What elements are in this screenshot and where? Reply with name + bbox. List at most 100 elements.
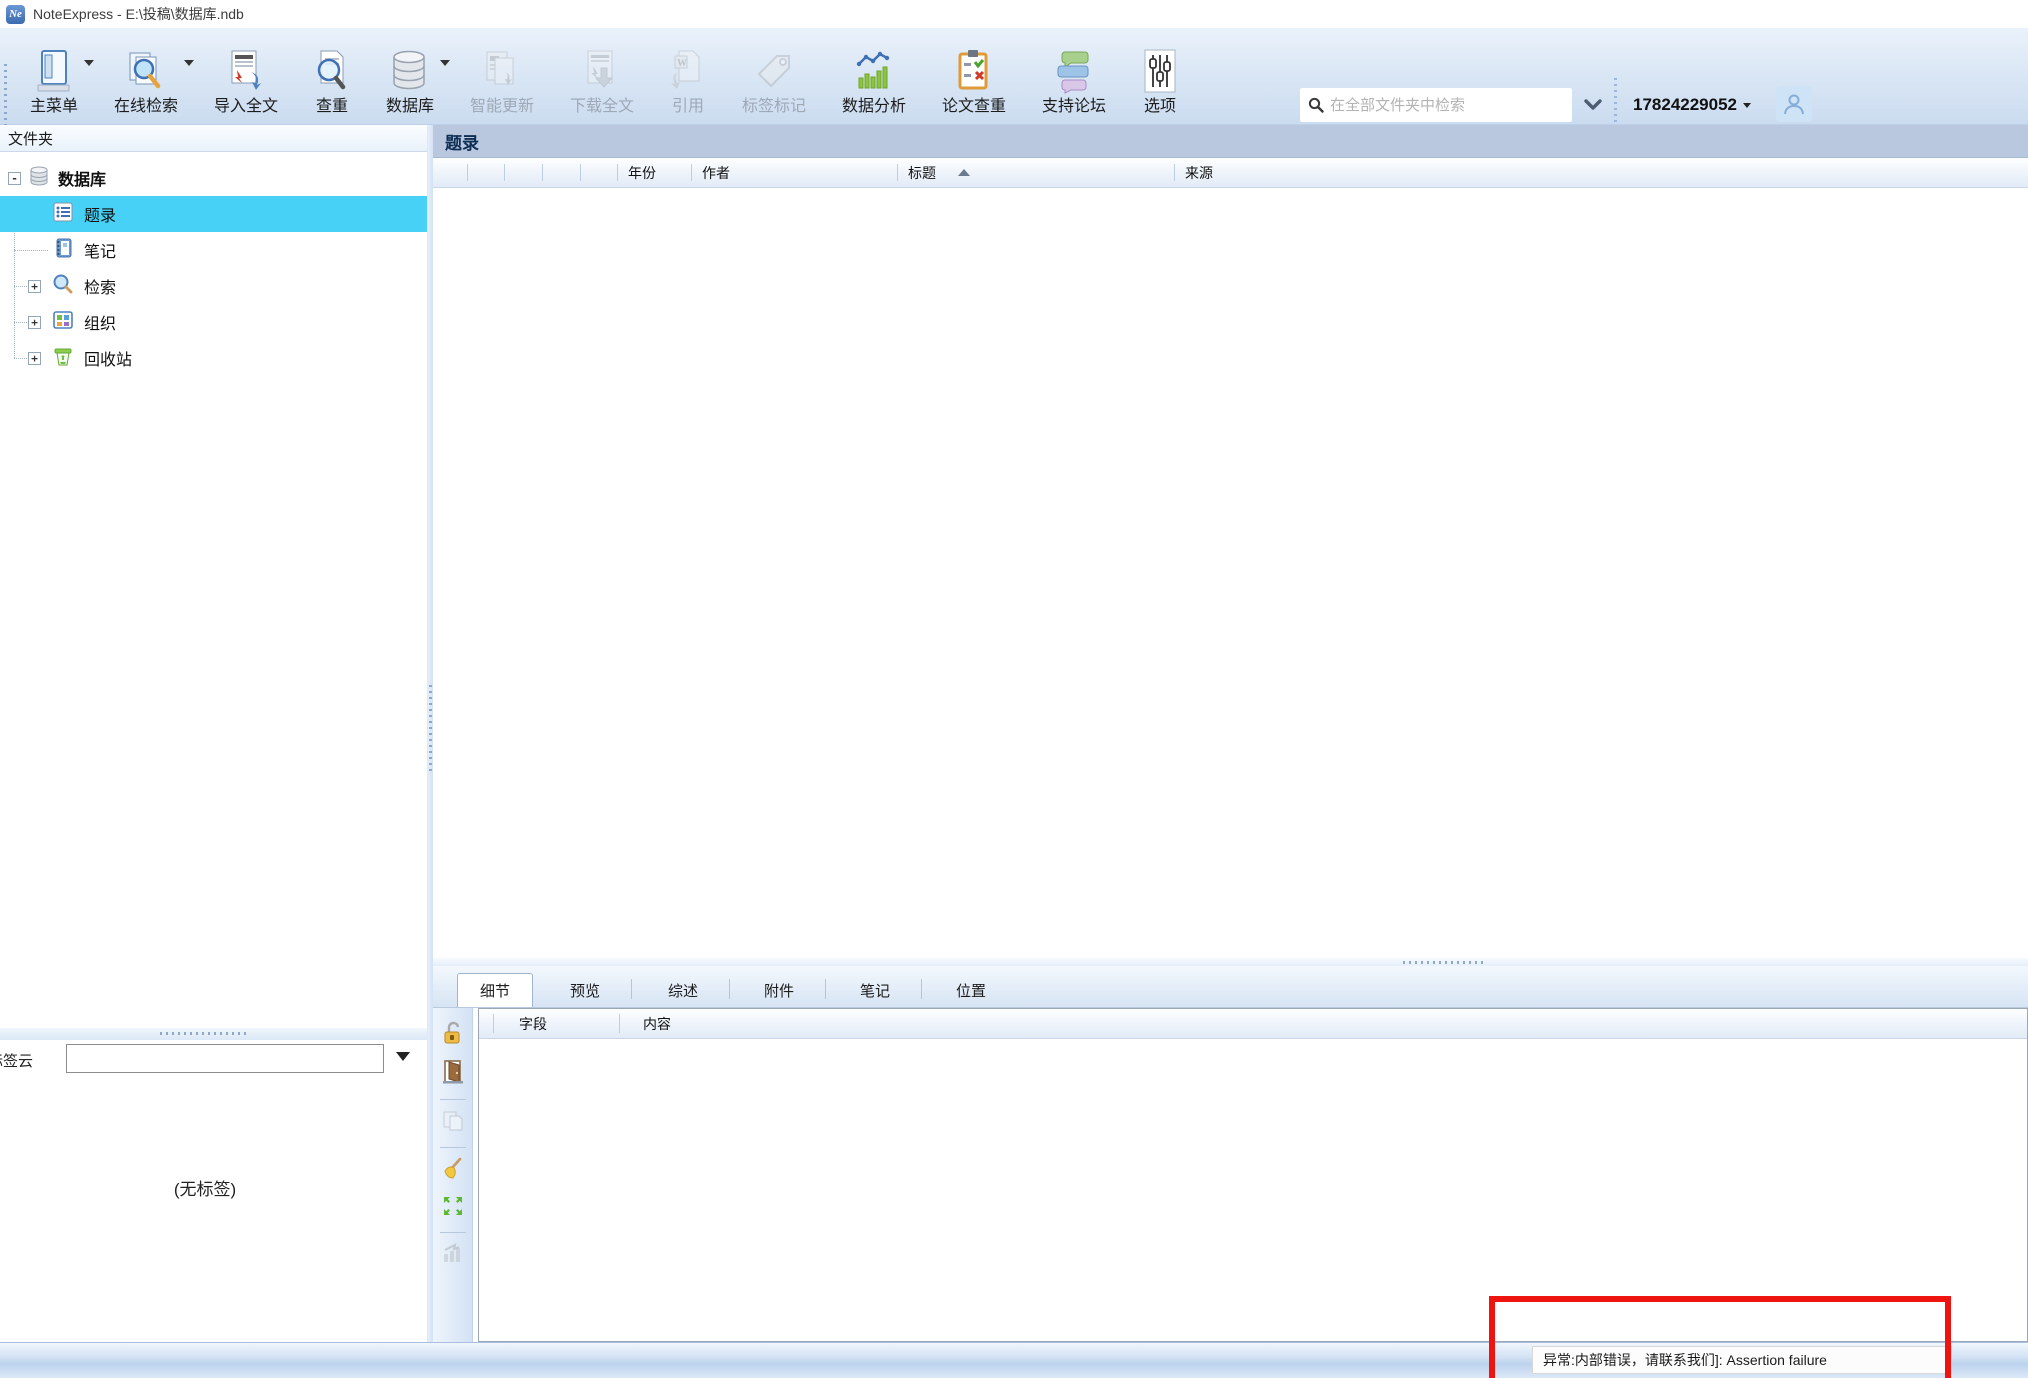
- column-source[interactable]: 来源: [1175, 158, 2028, 187]
- app-window-icon: [31, 44, 77, 98]
- folders-panel: 文件夹 - 数据库 题录 笔记 + 检索 + 组织 + 回收站 签云 (无标签): [0, 125, 427, 1342]
- broom-icon[interactable]: [441, 1157, 465, 1186]
- options-button[interactable]: 选项: [1124, 32, 1196, 122]
- detail-column-field[interactable]: 字段: [519, 1014, 547, 1034]
- avatar[interactable]: [1776, 86, 1812, 122]
- account-id: 17824229052: [1633, 95, 1738, 114]
- expand-toggle[interactable]: +: [28, 315, 41, 329]
- collapse-toggle[interactable]: -: [8, 171, 21, 185]
- column-title[interactable]: 标题: [898, 158, 1175, 187]
- column-icon-3[interactable]: [505, 158, 543, 187]
- download-doc-icon: [579, 44, 625, 98]
- tree-item-database[interactable]: - 数据库: [0, 160, 427, 196]
- download-fulltext-button: 下载全文: [552, 32, 652, 122]
- tree-item-recycle-bin[interactable]: + 回收站: [0, 340, 427, 376]
- main-menu-button[interactable]: 主菜单: [12, 32, 96, 122]
- smart-update-button: 智能更新: [452, 32, 552, 122]
- expand-arrows-icon[interactable]: [441, 1194, 465, 1223]
- clipboard-check-icon: [951, 44, 997, 98]
- splitter-grip: [160, 1032, 246, 1035]
- tree-item-notes[interactable]: 笔记: [0, 232, 427, 268]
- detail-tabstrip: 细节 预览 综述 附件 笔记 位置: [433, 966, 2028, 1008]
- folder-tree: - 数据库 题录 笔记 + 检索 + 组织 + 回收站: [0, 152, 427, 1030]
- detail-fields-list[interactable]: [479, 1039, 2027, 1341]
- tag-filter-input[interactable]: [66, 1044, 384, 1073]
- search-scope-chevron[interactable]: [1580, 92, 1606, 118]
- tag-dropdown-icon[interactable]: [396, 1052, 410, 1061]
- dropdown-caret-icon: [84, 60, 94, 66]
- tree-item-organize[interactable]: + 组织: [0, 304, 427, 340]
- tab-location[interactable]: 位置: [923, 973, 1019, 1007]
- online-search-button[interactable]: 在线检索: [96, 32, 196, 122]
- expand-toggle[interactable]: +: [28, 279, 41, 293]
- tab-notes[interactable]: 笔记: [827, 973, 923, 1007]
- support-forum-button[interactable]: 支持论坛: [1024, 32, 1124, 122]
- tag-icon: [751, 44, 797, 98]
- expand-toggle[interactable]: +: [28, 351, 41, 365]
- tab-preview[interactable]: 预览: [537, 973, 633, 1007]
- main-toolbar: 主菜单 在线检索 导入全文 查重 数据库 智能更新 下载全文 W 引用 标签标记…: [0, 28, 2028, 140]
- column-icon-1[interactable]: [433, 158, 468, 187]
- column-icon-5[interactable]: [581, 158, 618, 187]
- magnifier-icon: [52, 273, 74, 300]
- folders-panel-header: 文件夹: [0, 125, 427, 152]
- column-icon-4[interactable]: [543, 158, 581, 187]
- database-icon: [28, 165, 50, 192]
- data-analysis-button[interactable]: 数据分析: [824, 32, 924, 122]
- stats-icon: [441, 1242, 465, 1269]
- notebook-icon: [52, 237, 74, 264]
- lock-icon[interactable]: [441, 1020, 465, 1051]
- detail-side-toolbar: [433, 1008, 473, 1342]
- analytics-chart-icon: [851, 44, 897, 98]
- status-bar: 异常:内部错误，请联系我们]: Assertion failure: [0, 1342, 2028, 1378]
- svg-text:W: W: [677, 58, 687, 69]
- online-search-icon: [123, 44, 169, 98]
- dropdown-caret-icon: [440, 60, 450, 66]
- detail-column-content[interactable]: 内容: [643, 1014, 671, 1034]
- global-search: [1300, 88, 1572, 122]
- app-icon: Ne: [6, 4, 25, 24]
- column-icon-2[interactable]: [468, 158, 505, 187]
- splitter-grip: [1403, 961, 1483, 964]
- cite-doc-icon: W: [665, 44, 711, 98]
- tab-review[interactable]: 综述: [635, 973, 731, 1007]
- detail-column-header: 字段 内容: [479, 1009, 2027, 1039]
- records-column-header: 年份 作者 标题 来源: [433, 158, 2028, 188]
- records-panel: 题录 年份 作者 标题 来源 细节 预览 综述 附件 笔记 位置 字段 内容: [433, 125, 2028, 1342]
- search-input[interactable]: [1330, 96, 1564, 114]
- tag-cloud-panel: 标签云 (无标签): [0, 1040, 427, 1342]
- dropdown-caret-icon: [184, 60, 194, 66]
- tag-cloud-label: 标签云: [0, 1053, 34, 1070]
- sort-asc-icon: [958, 169, 970, 176]
- door-icon[interactable]: [441, 1059, 465, 1090]
- paper-check-button[interactable]: 论文查重: [924, 32, 1024, 122]
- copy-icon: [441, 1109, 465, 1138]
- doc-magnifier-icon: [309, 44, 355, 98]
- records-list[interactable]: [433, 188, 2028, 958]
- list-icon: [52, 201, 74, 228]
- tag-mark-button: 标签标记: [724, 32, 824, 122]
- splitter-grip: [429, 685, 432, 775]
- tab-attachment[interactable]: 附件: [731, 973, 827, 1007]
- duplicate-check-button[interactable]: 查重: [296, 32, 368, 122]
- grid-icon: [52, 309, 74, 336]
- database-icon: [387, 44, 433, 98]
- recycle-bin-icon: [52, 345, 74, 372]
- detail-panel-splitter[interactable]: [433, 958, 2028, 966]
- import-fulltext-button[interactable]: 导入全文: [196, 32, 296, 122]
- tab-details[interactable]: 细节: [457, 973, 533, 1007]
- import-fulltext-icon: [223, 44, 269, 98]
- title-bar: Ne NoteExpress - E:\投稿\数据库.ndb: [0, 0, 2028, 28]
- tag-panel-splitter[interactable]: [0, 1028, 427, 1040]
- database-button[interactable]: 数据库: [368, 32, 452, 122]
- account-menu[interactable]: 17824229052: [1633, 88, 1752, 122]
- cite-button: W 引用: [652, 32, 724, 122]
- tree-item-search[interactable]: + 检索: [0, 268, 427, 304]
- detail-content: 字段 内容: [478, 1008, 2028, 1342]
- smart-update-icon: [479, 44, 525, 98]
- status-error-message: 异常:内部错误，请联系我们]: Assertion failure: [1532, 1346, 1952, 1374]
- column-author[interactable]: 作者: [692, 158, 898, 187]
- tree-item-records[interactable]: 题录: [0, 196, 427, 232]
- column-year[interactable]: 年份: [618, 158, 692, 187]
- no-tags-text: (无标签): [173, 1180, 237, 1199]
